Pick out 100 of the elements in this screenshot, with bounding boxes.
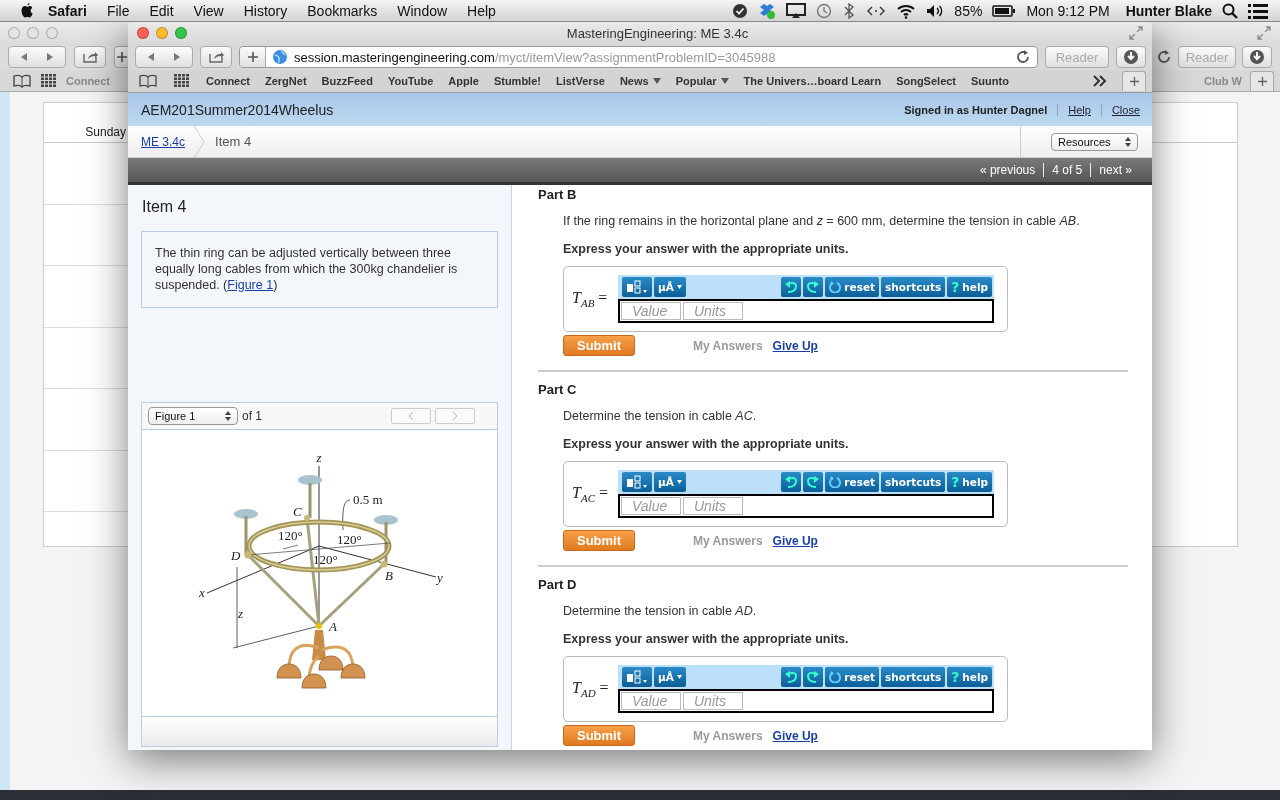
bookmark-link[interactable]: The Univers…board Learn: [743, 75, 882, 87]
battery-icon[interactable]: [992, 3, 1017, 18]
part-title: Part B: [538, 187, 578, 202]
templates-button[interactable]: [622, 667, 652, 687]
grid-icon[interactable]: [173, 73, 191, 89]
reset-button[interactable]: reset: [825, 277, 880, 297]
share-button[interactable]: [74, 46, 106, 68]
units-button[interactable]: μÅ: [654, 472, 686, 492]
figure-label: 0.5 m: [352, 492, 383, 507]
clock-history-icon[interactable]: [816, 2, 833, 19]
bookmark-link[interactable]: ListVerse: [555, 75, 605, 87]
user-name[interactable]: Hunter Blake: [1125, 2, 1212, 19]
back-forward-buttons[interactable]: [8, 46, 66, 68]
fullscreen-icon[interactable]: [1128, 25, 1144, 41]
question-text: Determine the tension in cable AC.: [563, 409, 758, 423]
answer-input-area[interactable]: Value Units: [618, 299, 994, 323]
course-title: AEM201Summer2014Wheelus: [141, 101, 334, 118]
figure-dropdown[interactable]: Figure 1: [148, 407, 238, 425]
value-field[interactable]: Value: [621, 497, 681, 515]
menu-item[interactable]: File: [106, 2, 130, 19]
reset-arrow-icon: [829, 671, 842, 683]
header-link[interactable]: Help: [1058, 103, 1102, 116]
help-button[interactable]: ? help: [947, 472, 992, 492]
chevron-icon[interactable]: [1093, 75, 1107, 87]
breadcrumb-link[interactable]: ME 3.4c: [141, 134, 185, 149]
units-field[interactable]: Units: [683, 692, 743, 710]
share-button[interactable]: [200, 46, 232, 68]
redo-button[interactable]: [803, 667, 824, 687]
units-field[interactable]: Units: [683, 302, 743, 320]
undo-button[interactable]: [781, 472, 802, 492]
reload-icon[interactable]: [1015, 49, 1031, 65]
units-field[interactable]: Units: [683, 497, 743, 515]
figure-label: z: [315, 450, 322, 465]
units-button[interactable]: μÅ: [654, 277, 686, 297]
app-menu[interactable]: Safari: [48, 2, 87, 19]
figure-link[interactable]: Figure 1: [227, 278, 274, 292]
bookmark-link[interactable]: ZergNet: [265, 75, 307, 87]
list-icon[interactable]: [1248, 2, 1268, 19]
help-button[interactable]: ? help: [947, 277, 992, 297]
bookmark-link[interactable]: BuzzFeed: [321, 75, 373, 87]
wifi-icon[interactable]: [896, 2, 917, 19]
bookmark-link[interactable]: Stumble!: [493, 75, 541, 87]
apple-logo-icon[interactable]: [20, 2, 34, 19]
answer-input-area[interactable]: Value Units: [618, 689, 994, 713]
reset-button[interactable]: reset: [825, 472, 880, 492]
redo-button[interactable]: [803, 472, 824, 492]
reset-button[interactable]: reset: [825, 667, 880, 687]
menu-item[interactable]: View: [193, 2, 224, 19]
grid-icon[interactable]: [40, 72, 58, 89]
menu-item[interactable]: History: [243, 2, 288, 19]
undo-button[interactable]: [781, 667, 802, 687]
resources-dropdown[interactable]: Resources: [1051, 132, 1138, 151]
menu-item[interactable]: Window: [397, 2, 448, 19]
bookmark-link[interactable]: Suunto: [971, 75, 1009, 87]
figure-label: A: [328, 619, 337, 634]
bookmark-link[interactable]: Apple: [448, 75, 479, 87]
close-button[interactable]: [137, 27, 149, 39]
header-link[interactable]: Close: [1101, 103, 1140, 116]
bookmark-link[interactable]: SongSelect: [896, 75, 957, 87]
add-bookmark-button[interactable]: [240, 47, 266, 67]
next-link[interactable]: next »: [1090, 163, 1140, 177]
bookmark-link[interactable]: YouTube: [387, 75, 434, 87]
address-bar[interactable]: session.masteringengineering.com/myct/itemView?assignmentProblemID=3045988: [239, 46, 1038, 68]
back-forward-buttons[interactable]: [135, 46, 193, 68]
templates-button[interactable]: [622, 277, 652, 297]
templates-button[interactable]: [622, 472, 652, 492]
shortcuts-button[interactable]: shortcuts: [881, 277, 946, 297]
new-tab-button[interactable]: [1122, 71, 1146, 91]
display-mirror-icon[interactable]: [786, 2, 807, 19]
give-up-link[interactable]: Give Up: [772, 728, 818, 743]
value-field[interactable]: Value: [621, 692, 681, 710]
reload-icon[interactable]: [1156, 49, 1172, 65]
undo-button[interactable]: [781, 277, 802, 297]
menu-clock[interactable]: Mon 9:12 PM: [1026, 2, 1110, 19]
units-button[interactable]: μÅ: [654, 667, 686, 687]
give-up-link[interactable]: Give Up: [772, 533, 818, 548]
menu-item[interactable]: Bookmarks: [307, 2, 378, 19]
fullscreen-icon[interactable]: [1256, 25, 1272, 41]
zoom-button[interactable]: [175, 27, 187, 39]
bookmark-link[interactable]: News: [619, 75, 661, 87]
bookmark-link[interactable]: Popular: [675, 75, 729, 87]
book-icon[interactable]: [138, 72, 158, 90]
url-text[interactable]: session.masteringengineering.com/myct/itemView?assignmentProblemID=3045988: [294, 49, 1009, 65]
help-button[interactable]: ? help: [947, 667, 992, 687]
value-field[interactable]: Value: [621, 302, 681, 320]
shortcuts-button[interactable]: shortcuts: [881, 667, 946, 687]
give-up-link[interactable]: Give Up: [772, 338, 818, 353]
downloads-button[interactable]: [1116, 46, 1146, 68]
menu-item[interactable]: Help: [467, 2, 496, 19]
shortcuts-button[interactable]: shortcuts: [881, 472, 946, 492]
answer-input-area[interactable]: Value Units: [618, 494, 994, 518]
downloads-button[interactable]: [1242, 46, 1272, 68]
bookmark-link[interactable]: Connect: [206, 75, 250, 87]
menu-item[interactable]: Edit: [149, 2, 174, 19]
download-icon: [1248, 48, 1266, 66]
part-title: Part D: [538, 577, 578, 592]
redo-button[interactable]: [803, 277, 824, 297]
search-icon[interactable]: [1222, 2, 1238, 19]
new-tab-button[interactable]: [1250, 70, 1274, 91]
previous-link[interactable]: « previous: [971, 163, 1044, 177]
